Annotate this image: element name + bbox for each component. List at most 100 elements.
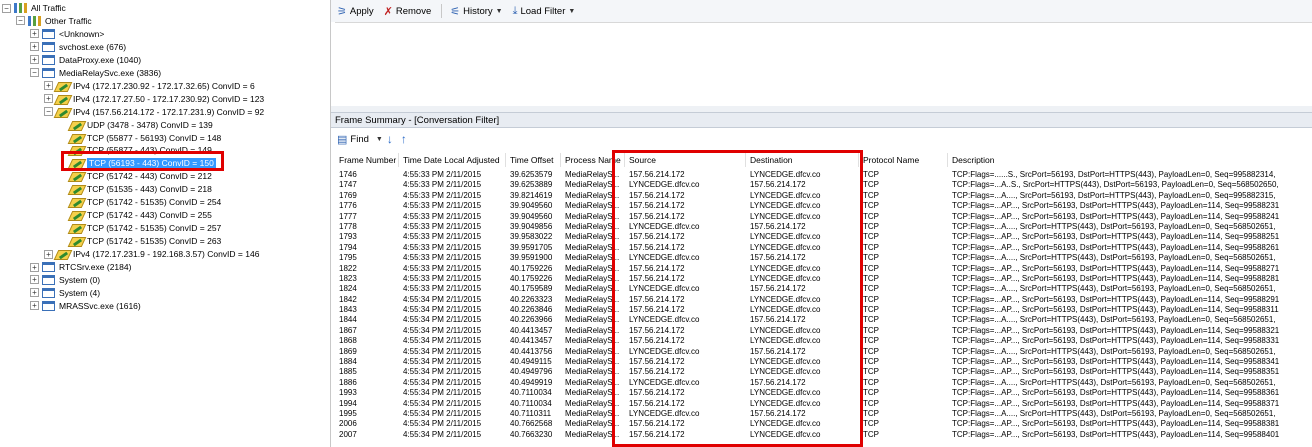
collapse-icon[interactable]: −	[30, 68, 39, 78]
table-row[interactable]: 1823 4:55:33 PM 2/11/2015 40.1759226 MediaR…	[331, 274, 1312, 284]
table-row[interactable]: 1822 4:55:33 PM 2/11/2015 40.1759226 MediaR…	[331, 264, 1312, 274]
column-header[interactable]: Time Date Local Adjusted	[399, 153, 506, 167]
table-row[interactable]: 1824 4:55:33 PM 2/11/2015 40.1759589 MediaR…	[331, 284, 1312, 294]
table-row[interactable]: 1867 4:55:34 PM 2/11/2015 40.4413457 MediaR…	[331, 326, 1312, 336]
find-button[interactable]: Find	[350, 134, 368, 145]
tree-node[interactable]: TCP (51742 - 51535) ConvID = 254	[58, 196, 221, 208]
process-icon	[42, 41, 55, 52]
table-cell: 1776	[339, 201, 357, 211]
table-row[interactable]: 2007 4:55:34 PM 2/11/2015 40.7663230 MediaR…	[331, 430, 1312, 440]
table-row[interactable]: 1843 4:55:34 PM 2/11/2015 40.2263846 MediaR…	[331, 305, 1312, 315]
table-cell: 39.9049856	[510, 221, 553, 231]
column-header[interactable]: Time Offset	[506, 153, 561, 167]
tree-node[interactable]: − MediaRelaySvc.exe (3836)	[30, 67, 161, 79]
tree-node[interactable]: − Other Traffic	[16, 15, 92, 27]
column-header[interactable]: Description	[948, 153, 1312, 167]
table-cell: 2006	[339, 419, 357, 429]
remove-button[interactable]: ✗ Remove	[384, 5, 432, 18]
chevron-down-icon[interactable]: ▼	[376, 136, 383, 143]
table-row[interactable]: 1747 4:55:33 PM 2/11/2015 39.6253889 MediaR…	[331, 180, 1312, 190]
expand-icon[interactable]: +	[30, 275, 39, 285]
tree-node[interactable]: + IPv4 (172.17.230.92 - 172.17.32.65) Con…	[44, 80, 255, 92]
table-row[interactable]: 1777 4:55:33 PM 2/11/2015 39.9049560 MediaR…	[331, 212, 1312, 222]
expand-icon[interactable]: +	[30, 42, 39, 52]
apply-button[interactable]: ⚞ Apply	[337, 5, 374, 18]
frame-grid[interactable]: 1746 4:55:33 PM 2/11/2015 39.6253579 MediaR…	[331, 170, 1312, 447]
table-row[interactable]: 1778 4:55:33 PM 2/11/2015 39.9049856 MediaR…	[331, 222, 1312, 232]
tree-node[interactable]: TCP (55877 - 56193) ConvID = 148	[58, 132, 221, 144]
tree-node[interactable]: + System (0)	[30, 274, 100, 286]
expand-icon[interactable]: +	[30, 55, 39, 65]
conversation-tree[interactable]: + MRASSvc.exe (1616) + System (4) + System (0…	[0, 0, 328, 447]
expand-icon[interactable]: +	[30, 262, 39, 272]
table-row[interactable]: 2006 4:55:34 PM 2/11/2015 40.7662568 MediaR…	[331, 419, 1312, 429]
conversation-icon	[70, 184, 83, 194]
table-row[interactable]: 1844 4:55:34 PM 2/11/2015 40.2263966 MediaR…	[331, 315, 1312, 325]
column-header[interactable]: Protocol Name	[859, 153, 948, 167]
table-row[interactable]: 1795 4:55:33 PM 2/11/2015 39.9591900 MediaR…	[331, 253, 1312, 263]
table-row[interactable]: 1884 4:55:34 PM 2/11/2015 40.4949115 MediaR…	[331, 357, 1312, 367]
load-filter-button[interactable]: ⤓ Load Filter ▼	[513, 5, 576, 18]
tree-node[interactable]: + DataProxy.exe (1040)	[30, 54, 141, 66]
tree-node[interactable]: + System (4)	[30, 287, 100, 299]
column-header[interactable]: Source	[625, 153, 746, 167]
tree-node[interactable]: TCP (51742 - 51535) ConvID = 263	[58, 235, 221, 247]
filter-text-area[interactable]	[335, 22, 1312, 106]
table-cell: MediaRelayS...	[565, 325, 620, 335]
table-cell: TCP	[863, 253, 879, 263]
collapse-icon[interactable]: −	[2, 3, 11, 13]
expand-icon[interactable]: +	[44, 81, 53, 91]
table-row[interactable]: 1885 4:55:34 PM 2/11/2015 40.4949796 MediaR…	[331, 367, 1312, 377]
table-cell: MediaRelayS...	[565, 201, 620, 211]
expand-icon[interactable]: +	[30, 29, 39, 39]
table-row[interactable]: 1776 4:55:33 PM 2/11/2015 39.9049560 MediaR…	[331, 201, 1312, 211]
tree-node[interactable]: + IPv4 (172.17.231.9 - 192.168.3.57) Conv…	[44, 248, 259, 260]
collapse-icon[interactable]: −	[44, 107, 53, 117]
expand-icon[interactable]: +	[30, 301, 39, 311]
tree-node[interactable]: TCP (51742 - 443) ConvID = 212	[58, 170, 212, 182]
column-header[interactable]: Destination	[746, 153, 859, 167]
table-row[interactable]: 1794 4:55:33 PM 2/11/2015 39.9591705 MediaR…	[331, 243, 1312, 253]
tree-node[interactable]: + MRASSvc.exe (1616)	[30, 300, 141, 312]
table-row[interactable]: 1886 4:55:34 PM 2/11/2015 40.4949919 MediaR…	[331, 378, 1312, 388]
expand-icon[interactable]: +	[44, 249, 53, 259]
table-cell: TCP	[863, 408, 879, 418]
table-row[interactable]: 1995 4:55:34 PM 2/11/2015 40.7110311 MediaR…	[331, 409, 1312, 419]
tree-node[interactable]: TCP (51742 - 51535) ConvID = 257	[58, 222, 221, 234]
table-row[interactable]: 1993 4:55:34 PM 2/11/2015 40.7110034 MediaR…	[331, 388, 1312, 398]
table-row[interactable]: 1793 4:55:33 PM 2/11/2015 39.9583022 MediaR…	[331, 232, 1312, 242]
table-row[interactable]: 1842 4:55:34 PM 2/11/2015 40.2263323 MediaR…	[331, 295, 1312, 305]
tree-node[interactable]: UDP (3478 - 3478) ConvID = 139	[58, 119, 213, 131]
history-button[interactable]: ⚟ History ▼	[450, 5, 502, 18]
expand-icon[interactable]: +	[30, 288, 39, 298]
table-row[interactable]: 1868 4:55:34 PM 2/11/2015 40.4413457 MediaR…	[331, 336, 1312, 346]
tree-node[interactable]: + RTCSrv.exe (2184)	[30, 261, 131, 273]
table-cell: 40.2263323	[510, 294, 553, 304]
find-next-icon[interactable]: ↓	[387, 132, 393, 146]
table-cell: 157.56.214.172	[629, 305, 685, 315]
expand-icon[interactable]: +	[44, 94, 53, 104]
tree-node[interactable]: + svchost.exe (676)	[30, 41, 126, 53]
collapse-icon[interactable]: −	[16, 16, 25, 26]
tree-node[interactable]: − All Traffic	[2, 2, 66, 14]
column-header[interactable]: Process Name	[561, 153, 625, 167]
frame-pane: ⚞ Apply ✗ Remove ⚟ History ▼ ⤓ Load Filt…	[330, 0, 1312, 447]
table-cell: TCP	[863, 232, 879, 242]
tree-node[interactable]: − IPv4 (157.56.214.172 - 172.17.231.9) Co…	[44, 106, 264, 118]
table-row[interactable]: 1746 4:55:33 PM 2/11/2015 39.6253579 MediaR…	[331, 170, 1312, 180]
tree-node[interactable]: TCP (51535 - 443) ConvID = 218	[58, 183, 212, 195]
table-row[interactable]: 1869 4:55:34 PM 2/11/2015 40.4413756 MediaR…	[331, 347, 1312, 357]
tree-node[interactable]: TCP (51742 - 443) ConvID = 255	[58, 209, 212, 221]
conversation-icon	[70, 171, 83, 181]
tree-node[interactable]: + IPv4 (172.17.27.50 - 172.17.230.92) Con…	[44, 93, 264, 105]
find-previous-icon[interactable]: ↑	[401, 132, 407, 146]
table-cell: 157.56.214.172	[629, 336, 685, 346]
column-header[interactable]: Frame Number	[335, 153, 399, 167]
table-cell: 1869	[339, 346, 357, 356]
table-row[interactable]: 1769 4:55:33 PM 2/11/2015 39.8214619 MediaR…	[331, 191, 1312, 201]
table-cell: 1884	[339, 357, 357, 367]
table-cell: LYNCEDGE.dfcv.co	[629, 180, 700, 190]
table-cell: 4:55:34 PM 2/11/2015	[403, 305, 482, 315]
table-row[interactable]: 1994 4:55:34 PM 2/11/2015 40.7110034 MediaR…	[331, 399, 1312, 409]
tree-node[interactable]: + <Unknown>	[30, 28, 104, 40]
